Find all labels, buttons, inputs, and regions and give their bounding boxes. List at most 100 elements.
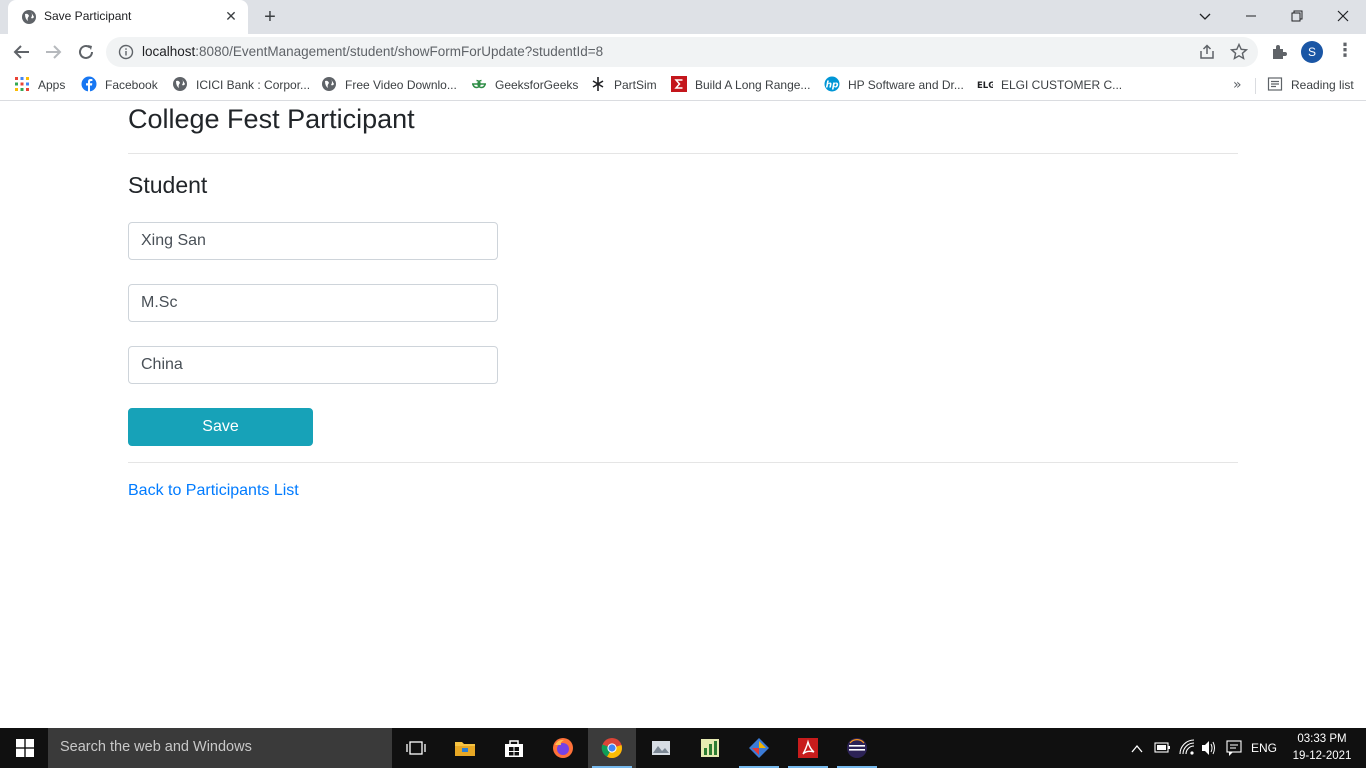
reload-icon[interactable] (75, 41, 97, 63)
firefox-icon (553, 738, 573, 758)
bookmark-free-video[interactable]: Free Video Downlo... (321, 76, 457, 94)
browser-toolbar: localhost:8080/EventManagement/student/s… (0, 34, 1366, 70)
task-view-button[interactable] (392, 728, 440, 768)
bookmark-label: ICICI Bank : Corpor... (196, 78, 311, 92)
chrome-button[interactable] (588, 728, 636, 768)
url-host: localhost (142, 44, 196, 59)
student-name-field[interactable] (128, 222, 498, 260)
bookmark-label: ELGI CUSTOMER C... (1001, 78, 1123, 92)
bookmarks-divider (1255, 78, 1256, 94)
bookmark-facebook[interactable]: Facebook (81, 76, 158, 94)
start-button[interactable] (0, 728, 48, 768)
wifi-icon[interactable] (1178, 728, 1196, 768)
page-title: College Fest Participant (128, 104, 415, 134)
bookmark-geeksforgeeks[interactable]: GeeksforGeeks (471, 76, 578, 94)
bookmark-icici[interactable]: ICICI Bank : Corpor... (172, 76, 310, 94)
hp-icon: hp (824, 76, 840, 92)
bookmark-hp-software[interactable]: hp HP Software and Dr... (824, 76, 964, 94)
student-course-field[interactable] (128, 284, 498, 322)
bookmark-star-icon[interactable] (1230, 43, 1248, 61)
acrobat-button[interactable] (784, 728, 832, 768)
divider (128, 153, 1238, 154)
section-title: Student (128, 172, 208, 198)
bookmark-build-long-range[interactable]: Build A Long Range... (671, 76, 810, 94)
page-content: College Fest Participant Student Save Ba… (0, 102, 1366, 728)
bookmark-label: PartSim (614, 78, 657, 92)
tab-strip: Save Participant ✕ + (0, 0, 1366, 34)
minimize-icon[interactable] (1228, 0, 1274, 32)
tab-close-icon[interactable]: ✕ (222, 8, 240, 26)
battery-icon[interactable] (1153, 728, 1171, 768)
address-bar[interactable]: localhost:8080/EventManagement/student/s… (106, 37, 1258, 67)
svg-text:ELGi: ELGi (977, 81, 993, 91)
volume-icon[interactable] (1200, 728, 1218, 768)
eclipse-button[interactable] (833, 728, 881, 768)
elgi-icon: ELGi (977, 81, 993, 91)
chrome-icon (601, 738, 622, 759)
pdf-reader-icon (798, 738, 818, 758)
extensions-puzzle-icon[interactable] (1270, 43, 1288, 61)
share-icon[interactable] (1198, 43, 1216, 61)
reading-list-label: Reading list (1291, 78, 1354, 92)
partsim-icon (592, 77, 604, 91)
bookmark-partsim[interactable]: PartSim (590, 76, 657, 94)
photos-app-button[interactable] (637, 728, 685, 768)
close-window-icon[interactable] (1320, 0, 1366, 32)
bookmarks-bar: Apps Facebook ICICI Bank : Corpor... Fre… (0, 70, 1366, 101)
firefox-button[interactable] (539, 728, 587, 768)
store-bag-icon (505, 740, 523, 757)
bookmark-label: HP Software and Dr... (848, 78, 964, 92)
windows-logo-icon (16, 739, 34, 757)
reading-list-icon (1267, 77, 1283, 91)
folder-icon (455, 742, 475, 756)
reading-list-button[interactable]: Reading list (1267, 76, 1354, 94)
globe-icon (173, 77, 187, 91)
new-tab-button[interactable]: + (259, 6, 281, 28)
taskbar-search-placeholder: Search the web and Windows (60, 739, 252, 755)
back-to-list-link[interactable]: Back to Participants List (128, 482, 299, 500)
svg-text:hp: hp (826, 81, 839, 91)
bookmark-label: Facebook (105, 78, 158, 92)
task-view-icon (406, 741, 426, 755)
image-viewer-icon (652, 741, 670, 755)
clock-date: 19-12-2021 (1292, 750, 1352, 762)
bookmark-apps[interactable]: Apps (14, 76, 65, 94)
chart-app-button[interactable] (686, 728, 734, 768)
tray-overflow-icon[interactable] (1130, 728, 1144, 768)
file-explorer-button[interactable] (441, 728, 489, 768)
bookmark-label: Free Video Downlo... (345, 78, 457, 92)
notifications-icon[interactable] (1225, 728, 1243, 768)
diamond-tools-icon (749, 738, 769, 758)
bookmarks-overflow-icon[interactable]: » (1233, 76, 1242, 94)
student-country-field[interactable] (128, 346, 498, 384)
url-text[interactable]: localhost:8080/EventManagement/student/s… (142, 44, 603, 59)
eclipse-ide-icon (847, 738, 867, 758)
bookmark-label: GeeksforGeeks (495, 78, 579, 92)
browser-menu-icon[interactable]: ⋮ (1336, 41, 1354, 63)
geeksforgeeks-icon (472, 79, 486, 89)
restore-icon[interactable] (1274, 0, 1320, 32)
input-language[interactable]: ENG (1251, 728, 1277, 768)
spreadsheet-chart-icon (701, 739, 719, 757)
store-button[interactable] (490, 728, 538, 768)
profile-avatar[interactable]: S (1301, 41, 1323, 63)
bookmark-label: Build A Long Range... (695, 78, 811, 92)
sigma-icon (671, 76, 687, 92)
bookmark-label: Apps (38, 78, 66, 92)
tab-search-icon[interactable] (1182, 0, 1228, 32)
git-app-button[interactable] (735, 728, 783, 768)
site-info-icon[interactable] (118, 44, 134, 60)
windows-taskbar: Search the web and Windows ENG 03:33 PM … (0, 728, 1366, 768)
facebook-icon (81, 76, 97, 92)
globe-icon (22, 10, 36, 24)
system-clock[interactable]: 03:33 PM 19-12-2021 (1284, 731, 1360, 765)
forward-arrow-icon[interactable] (42, 41, 64, 63)
back-arrow-icon[interactable] (11, 41, 33, 63)
bookmark-elgi[interactable]: ELGi ELGI CUSTOMER C... (977, 76, 1122, 94)
divider (128, 462, 1238, 463)
clock-time: 03:33 PM (1297, 733, 1347, 745)
taskbar-search-box[interactable]: Search the web and Windows (48, 728, 392, 768)
save-button[interactable]: Save (128, 408, 313, 446)
browser-tab[interactable]: Save Participant ✕ (8, 0, 248, 34)
url-path: :8080/EventManagement/student/showFormFo… (195, 44, 604, 59)
